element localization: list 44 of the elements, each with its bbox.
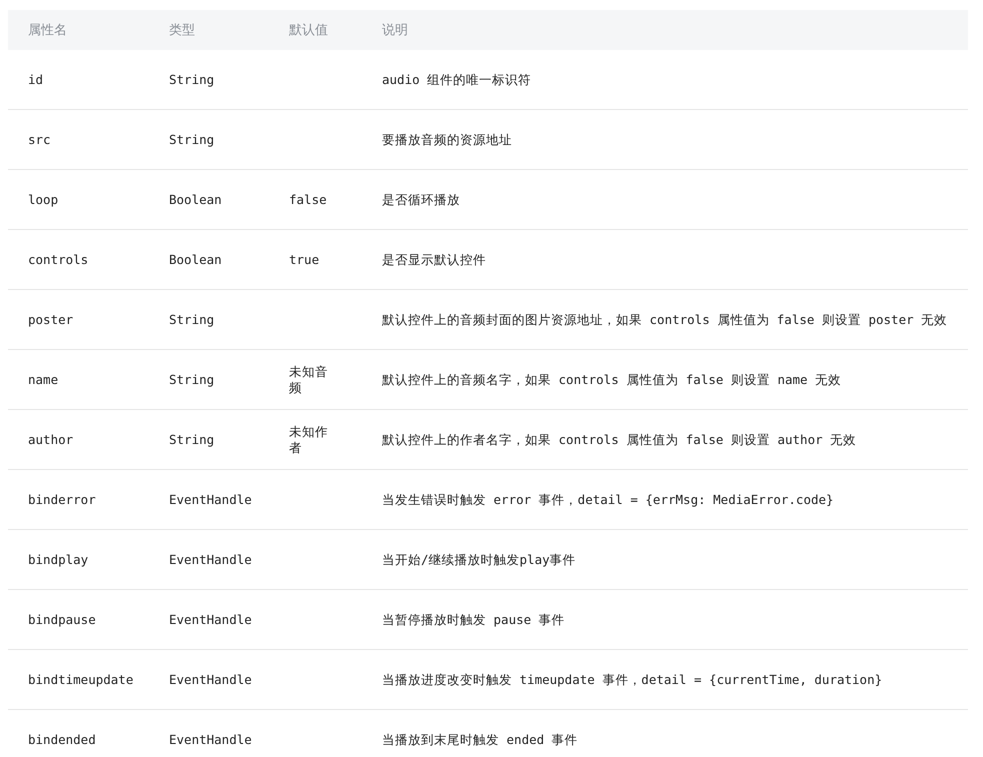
table-cell: true	[289, 252, 320, 266]
table-cell: EventHandle	[169, 492, 252, 506]
table-cell: loop	[28, 192, 58, 206]
table-cell: 当发生错误时触发 error 事件，detail = {errMsg: MediaError.code}	[382, 492, 834, 506]
table-cell: String	[169, 372, 214, 386]
column-header: 说明	[382, 23, 408, 38]
table-cell: 当播放进度改变时触发 timeupdate 事件，detail = {currentTime, duration}	[382, 672, 882, 686]
table-cell: 当开始/继续播放时触发play事件	[382, 552, 576, 566]
table-cell: bindtimeupdate	[28, 672, 134, 686]
table-cell: String	[169, 432, 214, 446]
table-cell: EventHandle	[169, 552, 252, 566]
table-cell: 未知音频	[289, 364, 328, 394]
table-cell: EventHandle	[169, 732, 252, 746]
table-cell: bindpause	[28, 612, 96, 626]
table-cell: controls	[28, 252, 88, 266]
table-cell: bindplay	[28, 552, 88, 566]
column-header: 默认值	[289, 23, 328, 38]
table-cell: author	[28, 432, 74, 446]
table-cell: Boolean	[169, 192, 222, 206]
table-cell: audio 组件的唯一标识符	[382, 72, 532, 86]
table-cell: String	[169, 132, 214, 146]
table-cell: 默认控件上的音频封面的图片资源地址，如果 controls 属性值为 false 则设置 poster 无效	[382, 312, 948, 326]
table-cell: id	[28, 72, 44, 86]
table-cell: EventHandle	[169, 672, 252, 686]
table-cell: name	[28, 372, 58, 386]
table-cell: 默认控件上的作者名字，如果 controls 属性值为 false 则设置 author 无效	[382, 432, 856, 446]
table-cell: Boolean	[169, 252, 222, 266]
table-cell: String	[169, 312, 214, 326]
table-cell: binderror	[28, 492, 96, 506]
table-cell: src	[28, 132, 51, 146]
table-cell: poster	[28, 312, 74, 326]
column-header: 类型	[169, 23, 195, 38]
column-header: 属性名	[28, 23, 67, 38]
table-cell: String	[169, 72, 214, 86]
table-cell: 默认控件上的音频名字，如果 controls 属性值为 false 则设置 name 无效	[382, 372, 842, 386]
table-cell: false	[289, 192, 327, 206]
table-cell: 未知作者	[289, 424, 328, 454]
table-cell: bindended	[28, 732, 96, 746]
table-cell: EventHandle	[169, 612, 252, 626]
table-cell: 是否显示默认控件	[382, 252, 486, 266]
table-cell: 要播放音频的资源地址	[382, 132, 512, 146]
table-cell: 当暂停播放时触发 pause 事件	[382, 612, 565, 626]
table-cell: 是否循环播放	[382, 192, 460, 206]
table-cell: 当播放到末尾时触发 ended 事件	[382, 732, 578, 746]
